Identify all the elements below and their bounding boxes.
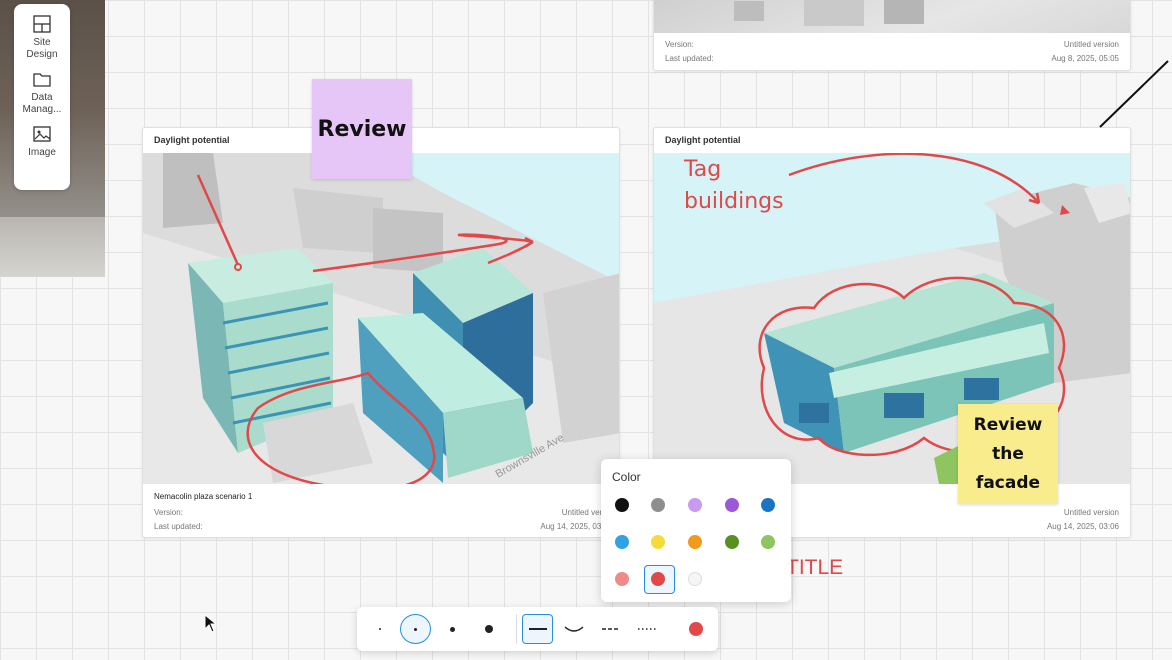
- line-style-curve-button[interactable]: [558, 614, 589, 644]
- toolbar-divider: [516, 614, 517, 644]
- version-label: Version:: [154, 508, 183, 517]
- color-swatch[interactable]: [651, 572, 665, 586]
- folder-icon: [33, 73, 51, 87]
- color-swatch[interactable]: [615, 572, 629, 586]
- color-picker-title: Color: [612, 470, 641, 484]
- annotation-tag-buildings[interactable]: Tag buildings: [684, 154, 784, 218]
- stroke-size-3-icon: [450, 626, 455, 632]
- current-color-button[interactable]: [680, 614, 711, 644]
- card-thumbnail: [654, 0, 1130, 33]
- tool-data-management-label: Data Manag...: [22, 92, 62, 115]
- dashed-line-icon: [601, 628, 620, 630]
- stroke-size-4-button[interactable]: [473, 614, 504, 644]
- version-value: Untitled version: [1063, 508, 1119, 517]
- stroke-size-4-icon: [484, 625, 493, 633]
- line-style-dotted-button[interactable]: [631, 614, 662, 644]
- color-picker-popup: Color: [601, 459, 791, 602]
- stroke-size-1-icon: [378, 628, 381, 630]
- drawing-toolbar: [357, 607, 718, 651]
- site-design-icon: [33, 15, 51, 33]
- stroke-size-2-icon: [414, 627, 417, 631]
- version-value: Untitled version: [1063, 40, 1119, 49]
- canvas-title-text[interactable]: TITLE: [786, 556, 843, 580]
- updated-row: Last updated: Aug 14, 2025, 03:0: [154, 522, 608, 531]
- dotted-line-icon: [637, 628, 656, 630]
- version-label: Version:: [665, 40, 694, 49]
- tool-image-label: Image: [28, 147, 56, 158]
- stroke-size-2-button[interactable]: [400, 614, 431, 644]
- version-row: Version: Untitled version: [665, 40, 1119, 49]
- sticky-note-review[interactable]: Review: [312, 79, 412, 179]
- updated-value: Aug 14, 2025, 03:06: [1046, 522, 1119, 531]
- sticky-note-text: Review the facade: [973, 414, 1043, 493]
- color-swatch[interactable]: [688, 498, 702, 512]
- tool-site-design-label: Site Design: [26, 37, 58, 60]
- stroke-size-3-button[interactable]: [437, 614, 468, 644]
- sticky-note-text: Review: [317, 116, 407, 142]
- curve-line-icon: [564, 626, 583, 632]
- updated-value: Aug 14, 2025, 03:0: [540, 522, 608, 531]
- line-style-dashed-button[interactable]: [595, 614, 626, 644]
- updated-label: Last updated:: [154, 522, 203, 531]
- color-swatch[interactable]: [761, 535, 775, 549]
- mouse-cursor-icon: [204, 614, 218, 633]
- current-color-swatch: [688, 622, 703, 636]
- stroke-size-1-button[interactable]: [364, 614, 395, 644]
- card-thumbnail: Brownsville Ave: [143, 153, 619, 484]
- tool-image[interactable]: Image: [14, 124, 70, 159]
- scenario-card-left[interactable]: Daylight potential Brownsville Ave Nemac…: [142, 127, 620, 538]
- scenario-card-top[interactable]: Version: Untitled version Last updated: …: [653, 0, 1131, 71]
- color-swatch[interactable]: [761, 498, 775, 512]
- scenario-name: Nemacolin plaza scenario 1: [154, 492, 253, 501]
- sticky-note-review-facade[interactable]: Review the facade: [958, 404, 1058, 504]
- color-swatch[interactable]: [615, 535, 629, 549]
- side-toolbox: Site Design Data Manag... Image: [14, 4, 70, 190]
- color-swatch[interactable]: [651, 498, 665, 512]
- color-swatch[interactable]: [651, 535, 665, 549]
- version-row: Version: Untitled versi: [154, 508, 608, 517]
- updated-row: Last updated: Aug 8, 2025, 05:05: [665, 54, 1119, 63]
- tool-site-design[interactable]: Site Design: [14, 14, 70, 61]
- line-style-solid-button[interactable]: [522, 614, 553, 644]
- color-swatch[interactable]: [688, 572, 702, 586]
- color-swatch[interactable]: [725, 498, 739, 512]
- card-title: Daylight potential: [154, 135, 230, 145]
- solid-line-icon: [528, 628, 547, 630]
- color-swatch[interactable]: [725, 535, 739, 549]
- card-title: Daylight potential: [665, 135, 741, 145]
- drawn-line[interactable]: [1090, 55, 1172, 135]
- updated-label: Last updated:: [665, 54, 714, 63]
- color-swatch[interactable]: [688, 535, 702, 549]
- color-swatch[interactable]: [615, 498, 629, 512]
- tool-data-management[interactable]: Data Manag...: [14, 69, 70, 116]
- image-icon: [33, 126, 51, 142]
